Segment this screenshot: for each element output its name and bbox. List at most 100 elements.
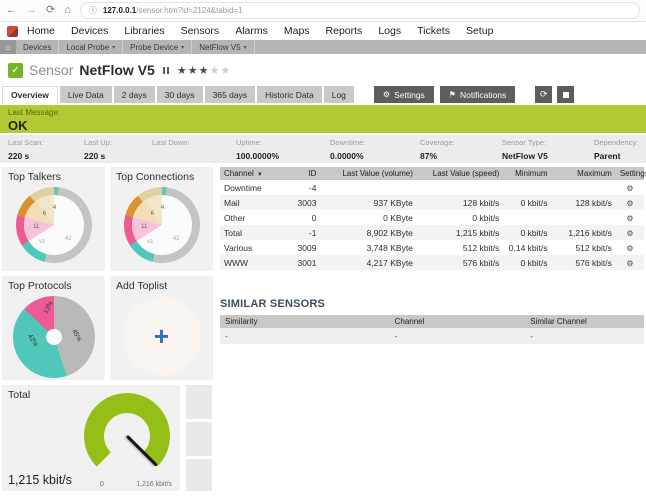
menu-item-reports[interactable]: Reports — [326, 25, 363, 37]
mini-tiles — [186, 385, 212, 491]
add-toplist-tile[interactable]: Add Toplist + — [110, 276, 213, 380]
column-header-similarity[interactable]: Similarity — [220, 315, 390, 328]
menu-item-devices[interactable]: Devices — [71, 25, 108, 37]
menu-item-sensors[interactable]: Sensors — [181, 25, 220, 37]
total-gauge-tile[interactable]: Total 1,215 kbit/s 0 1,216 kbit/s — [2, 385, 180, 491]
menu-item-home[interactable]: Home — [27, 25, 55, 37]
cell-speed — [417, 180, 503, 195]
column-header-minimum[interactable]: Minimum — [503, 167, 551, 180]
channel-settings-icon[interactable]: ⚙ — [626, 184, 633, 193]
star-icon[interactable]: ★ — [220, 65, 231, 77]
cell-channel: Total — [220, 225, 284, 240]
slice-label: v1 — [147, 239, 153, 245]
tab-30-days[interactable]: 30 days — [157, 86, 203, 103]
cell-id: 3001 — [284, 255, 320, 270]
pause-icon[interactable] — [163, 67, 169, 74]
refresh-icon[interactable]: ⟳ — [46, 5, 55, 16]
cell-max: 1,216 kbit/s — [552, 225, 616, 240]
sensor-header: ✓ Sensor NetFlow V5 ★★★★★ — [8, 62, 646, 78]
table-row[interactable]: Various30093,748 KByte512 kbit/s0.14 kbi… — [220, 240, 644, 255]
channel-settings-icon[interactable]: ⚙ — [626, 229, 633, 238]
star-icon[interactable]: ★ — [199, 65, 210, 77]
home-icon[interactable]: ⌂ — [64, 5, 71, 16]
breadcrumb-item-devices[interactable]: Devices — [16, 40, 59, 54]
menu-item-maps[interactable]: Maps — [284, 25, 310, 37]
stat-cell: Sensor Type:NetFlow V5 — [502, 138, 594, 163]
table-row[interactable]: Downtime-4⚙ — [220, 180, 644, 195]
back-icon[interactable]: ← — [6, 5, 17, 16]
menu-item-alarms[interactable]: Alarms — [235, 25, 268, 37]
cell-max: 512 kbit/s — [552, 240, 616, 255]
stat-value: 220 s — [8, 151, 84, 161]
table-row[interactable]: WWW30014,217 KByte576 kbit/s0 kbit/s576 … — [220, 255, 644, 270]
status-badge: OK — [8, 118, 638, 133]
column-header-last-value-volume[interactable]: Last Value (volume) — [320, 167, 416, 180]
table-row[interactable]: Mail3003937 KByte128 kbit/s0 kbit/s128 k… — [220, 195, 644, 210]
priority-stars[interactable]: ★★★★★ — [177, 64, 231, 77]
top-talkers-tile[interactable]: Top Talkers 11 6 4 v1 42 — [2, 167, 105, 271]
stat-label: Last Down: — [152, 138, 236, 147]
slice-label: 42% — [26, 333, 39, 348]
menu-item-logs[interactable]: Logs — [378, 25, 401, 37]
address-bar[interactable]: ⓘ 127.0.0.1/sensor.htm?id=2124&tabid=1 — [80, 2, 640, 19]
tab-365-days[interactable]: 365 days — [205, 86, 256, 103]
stat-value: NetFlow V5 — [502, 151, 594, 161]
menu-item-libraries[interactable]: Libraries — [124, 25, 164, 37]
slice-label: 42 — [173, 236, 180, 242]
site-info-icon[interactable]: ⓘ — [89, 5, 97, 16]
column-header-similar-channel[interactable]: Similar Channel — [525, 315, 644, 328]
cell-speed: 1,215 kbit/s — [417, 225, 503, 240]
slice-label: 6 — [151, 211, 154, 217]
tab-2-days[interactable]: 2 days — [114, 86, 155, 103]
tab-overview[interactable]: Overview — [2, 86, 58, 103]
stat-value: 220 s — [84, 151, 152, 161]
column-header-maximum[interactable]: Maximum — [552, 167, 616, 180]
breadcrumb-home-icon[interactable]: ⌂ — [0, 40, 16, 54]
column-header-id[interactable]: ID — [284, 167, 320, 180]
url-host: 127.0.0.1 — [103, 6, 136, 15]
details-column: Channel▼ ID Last Value (volume) Last Val… — [220, 167, 646, 491]
channel-settings-icon[interactable]: ⚙ — [626, 244, 633, 253]
column-header-channel[interactable]: Channel▼ — [220, 167, 284, 180]
stop-button[interactable] — [557, 86, 574, 103]
add-toplist-button[interactable]: + — [123, 297, 201, 375]
overview-content: Top Talkers 11 6 4 v1 42 Top Connections — [0, 167, 646, 491]
star-icon[interactable]: ★ — [209, 65, 220, 77]
menu-item-tickets[interactable]: Tickets — [417, 25, 450, 37]
star-icon[interactable]: ★ — [177, 65, 188, 77]
stat-value: Parent — [594, 151, 638, 161]
breadcrumb-item-netflow-v5[interactable]: NetFlow V5▾ — [192, 40, 254, 54]
forward-icon[interactable]: → — [26, 5, 37, 16]
refresh-now-button[interactable]: ⟳ — [535, 86, 552, 103]
stat-cell: Uptime:100.0000% — [236, 138, 330, 163]
notifications-button[interactable]: ⚑ Notifications — [440, 86, 515, 103]
column-header-last-value-speed[interactable]: Last Value (speed) — [417, 167, 503, 180]
channel-settings-icon[interactable]: ⚙ — [626, 259, 633, 268]
cell-volume: 4,217 KByte — [320, 255, 416, 270]
settings-button[interactable]: ⚙ Settings — [374, 86, 434, 103]
page-title: NetFlow V5 — [79, 62, 154, 78]
tab-log[interactable]: Log — [324, 86, 354, 103]
cell-speed: 512 kbit/s — [417, 240, 503, 255]
table-row[interactable]: Other00 KByte0 kbit/s⚙ — [220, 210, 644, 225]
cell-speed: 576 kbit/s — [417, 255, 503, 270]
channel-settings-icon[interactable]: ⚙ — [626, 214, 633, 223]
stat-cell: Last Down: — [152, 138, 236, 163]
breadcrumb-item-probe-device[interactable]: Probe Device▾ — [123, 40, 192, 54]
cell-max: 128 kbit/s — [552, 195, 616, 210]
stats-row: Last Scan:220 sLast Up:220 sLast Down:Up… — [0, 135, 646, 163]
cell-volume — [320, 180, 416, 195]
tab-bar-tabs: OverviewLive Data2 days30 days365 daysHi… — [2, 86, 356, 103]
star-icon[interactable]: ★ — [188, 65, 199, 77]
menu-item-setup[interactable]: Setup — [466, 25, 493, 37]
table-row[interactable]: Total-18,902 KByte1,215 kbit/s0 kbit/s1,… — [220, 225, 644, 240]
top-talkers-donut-chart: 11 6 4 v1 42 — [16, 187, 92, 263]
tab-historic-data[interactable]: Historic Data — [257, 86, 322, 103]
breadcrumb-item-local-probe[interactable]: Local Probe▾ — [59, 40, 123, 54]
tab-live-data[interactable]: Live Data — [60, 86, 112, 103]
top-connections-tile[interactable]: Top Connections 11 6 4 v1 42 — [110, 167, 213, 271]
channel-settings-icon[interactable]: ⚙ — [626, 199, 633, 208]
column-header-channel[interactable]: Channel — [390, 315, 526, 328]
top-protocols-tile[interactable]: Top Protocols 45% 42% 13% — [2, 276, 105, 380]
channel-table: Channel▼ ID Last Value (volume) Last Val… — [220, 167, 644, 270]
